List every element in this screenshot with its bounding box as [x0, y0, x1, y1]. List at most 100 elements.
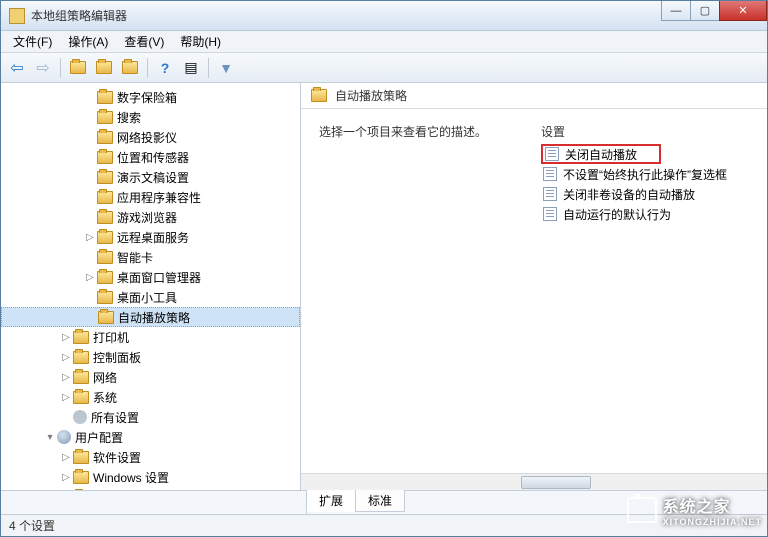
tree-item[interactable]: ▷ 系统	[1, 387, 300, 407]
tree-item[interactable]: ▷软件设置	[1, 447, 300, 467]
tree-item[interactable]: ▷桌面窗口管理器	[1, 267, 300, 287]
setting-label: 关闭自动播放	[565, 146, 637, 163]
expander-icon[interactable]: ▷	[83, 232, 97, 243]
tree-item[interactable]: 游戏浏览器	[1, 207, 300, 227]
column-header-title: 自动播放策略	[335, 87, 407, 104]
tree-item-label: 游戏浏览器	[117, 209, 177, 226]
tree-item[interactable]: 智能卡	[1, 247, 300, 267]
settings-header: 设置	[541, 123, 751, 144]
folder-icon	[73, 351, 89, 364]
tree-item[interactable]: 搜索	[1, 107, 300, 127]
statusbar: 4 个设置	[1, 514, 767, 536]
app-icon	[9, 8, 25, 24]
properties-button[interactable]: ▤	[179, 56, 203, 80]
maximize-button[interactable]: ▢	[690, 1, 720, 21]
setting-item[interactable]: 自动运行的默认行为	[541, 204, 751, 224]
folder-icon	[97, 231, 113, 244]
export-button[interactable]	[118, 56, 142, 80]
tree-item[interactable]: 数字保险箱	[1, 87, 300, 107]
tree-item[interactable]: ▷管理模板	[1, 487, 300, 490]
tree-item-label: 自动播放策略	[118, 309, 190, 326]
tab-standard[interactable]: 标准	[355, 490, 405, 512]
window-title: 本地组策略编辑器	[31, 7, 662, 24]
setting-item[interactable]: 不设置“始终执行此操作”复选框	[541, 164, 751, 184]
folder-icon	[97, 151, 113, 164]
tree-item-label: 管理模板	[93, 489, 141, 491]
tree-item-label: 网络	[93, 369, 117, 386]
window: 本地组策略编辑器 — ▢ ✕ 文件(F) 操作(A) 查看(V) 帮助(H) ⇦…	[0, 0, 768, 537]
tree-item-label: 用户配置	[75, 429, 123, 446]
properties-icon: ▤	[184, 59, 197, 76]
folder-icon	[73, 391, 89, 404]
tree-item[interactable]: ▷Windows 设置	[1, 467, 300, 487]
user-icon	[57, 430, 71, 444]
tree-item-label: 打印机	[93, 329, 129, 346]
tab-extended[interactable]: 扩展	[306, 490, 356, 512]
menu-file[interactable]: 文件(F)	[5, 31, 60, 52]
expander-icon[interactable]: ▷	[59, 452, 73, 463]
menu-view[interactable]: 查看(V)	[116, 31, 172, 52]
expander-icon[interactable]: ▷	[59, 472, 73, 483]
setting-item[interactable]: 关闭非卷设备的自动播放	[541, 184, 751, 204]
folder-icon	[97, 111, 113, 124]
tree-item-label: 网络投影仪	[117, 129, 177, 146]
policy-icon	[543, 167, 557, 181]
menubar: 文件(F) 操作(A) 查看(V) 帮助(H)	[1, 31, 767, 53]
tree-item-user-config[interactable]: ▾ 用户配置	[1, 427, 300, 447]
minimize-button[interactable]: —	[661, 1, 691, 21]
expander-icon[interactable]: ▷	[59, 352, 73, 363]
setting-label: 自动运行的默认行为	[563, 206, 671, 223]
folder-icon	[97, 171, 113, 184]
tree-item[interactable]: 位置和传感器	[1, 147, 300, 167]
tab-spacer	[1, 491, 307, 514]
horizontal-scrollbar[interactable]	[301, 473, 767, 490]
help-button[interactable]: ?	[153, 56, 177, 80]
arrow-left-icon: ⇦	[10, 58, 23, 78]
setting-label: 不设置“始终执行此操作”复选框	[563, 166, 727, 183]
tree-item[interactable]: 桌面小工具	[1, 287, 300, 307]
tree-pane[interactable]: 数字保险箱搜索网络投影仪位置和传感器演示文稿设置应用程序兼容性游戏浏览器▷远程桌…	[1, 83, 301, 490]
tree-item[interactable]: ▷远程桌面服务	[1, 227, 300, 247]
expander-icon[interactable]: ▾	[43, 432, 57, 443]
toolbar: ⇦ ⇨ ? ▤ ▼	[1, 53, 767, 83]
bottom-tabs: 扩展 标准	[1, 490, 767, 514]
toolbar-separator	[208, 58, 209, 78]
nav-forward-button[interactable]: ⇨	[31, 56, 55, 80]
tree-item-label: 所有设置	[91, 409, 139, 426]
scrollbar-thumb[interactable]	[521, 476, 591, 489]
tree-item-label: 系统	[93, 389, 117, 406]
tree-item-label: 应用程序兼容性	[117, 189, 201, 206]
tree-item[interactable]: ▷ 打印机	[1, 327, 300, 347]
up-button[interactable]	[66, 56, 90, 80]
tree-item[interactable]: ▷ 网络	[1, 367, 300, 387]
tree-item[interactable]: 应用程序兼容性	[1, 187, 300, 207]
expander-icon[interactable]: ▷	[59, 332, 73, 343]
expander-icon[interactable]: ▷	[59, 392, 73, 403]
tree-item[interactable]: 演示文稿设置	[1, 167, 300, 187]
setting-label: 关闭非卷设备的自动播放	[563, 186, 695, 203]
toolbar-separator	[147, 58, 148, 78]
tree-item-label: 数字保险箱	[117, 89, 177, 106]
folder-icon	[97, 291, 113, 304]
expander-icon[interactable]: ▷	[83, 272, 97, 283]
setting-item[interactable]: 关闭自动播放	[541, 144, 661, 164]
tree: 数字保险箱搜索网络投影仪位置和传感器演示文稿设置应用程序兼容性游戏浏览器▷远程桌…	[1, 87, 300, 490]
tree-item-label: 位置和传感器	[117, 149, 189, 166]
tree-item[interactable]: 自动播放策略	[1, 307, 300, 327]
filter-button[interactable]: ▼	[214, 56, 238, 80]
folder-icon	[73, 451, 89, 464]
expander-icon[interactable]: ▷	[59, 372, 73, 383]
tree-item-label: 桌面小工具	[117, 289, 177, 306]
menu-help[interactable]: 帮助(H)	[172, 31, 229, 52]
status-text: 4 个设置	[9, 517, 55, 534]
show-hide-tree-button[interactable]	[92, 56, 116, 80]
policy-icon	[543, 187, 557, 201]
menu-action[interactable]: 操作(A)	[60, 31, 116, 52]
tree-item[interactable]: 所有设置	[1, 407, 300, 427]
tree-item[interactable]: ▷控制面板	[1, 347, 300, 367]
settings-column: 设置 关闭自动播放不设置“始终执行此操作”复选框关闭非卷设备的自动播放自动运行的…	[541, 123, 751, 224]
tree-item[interactable]: 网络投影仪	[1, 127, 300, 147]
nav-back-button[interactable]: ⇦	[5, 56, 29, 80]
close-button[interactable]: ✕	[719, 1, 767, 21]
folder-icon	[73, 371, 89, 384]
